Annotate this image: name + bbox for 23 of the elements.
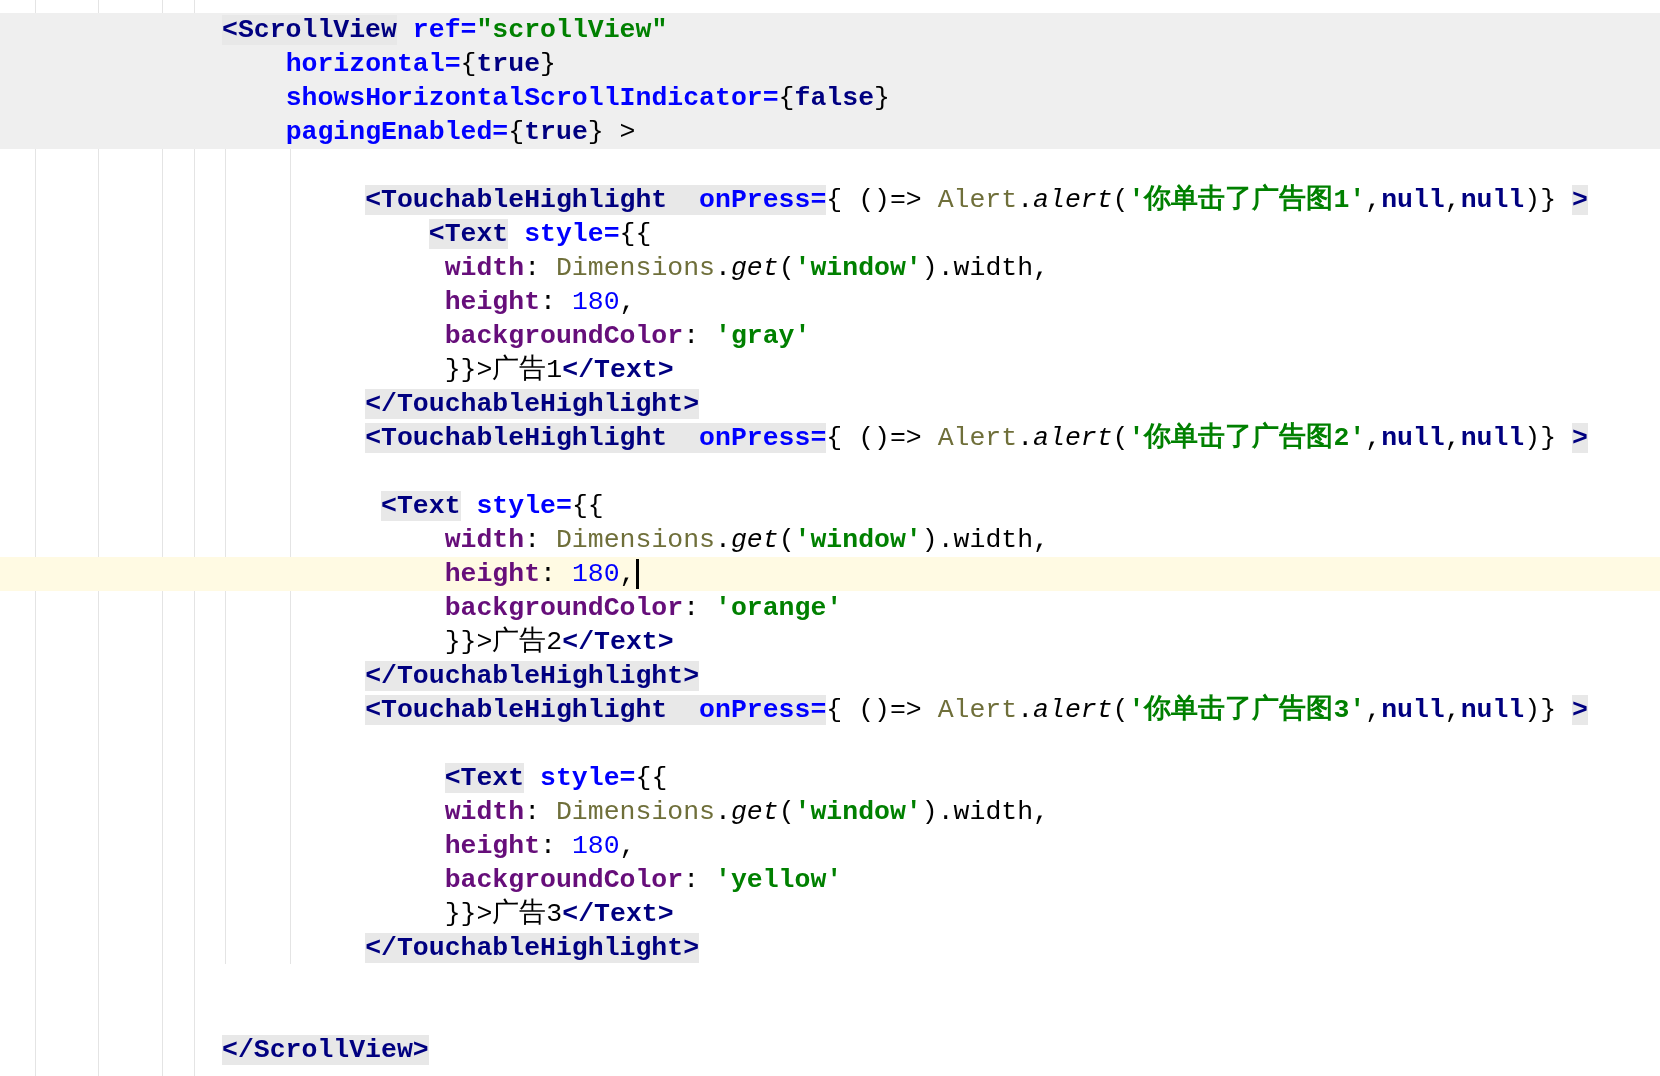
code-line: pagingEnabled={true} >: [284, 116, 636, 149]
code-line: backgroundColor: 'orange': [443, 592, 843, 625]
code-line: backgroundColor: 'gray': [443, 320, 811, 353]
code-line: <TouchableHighlight onPress={ ()=> Alert.alert('你单击了广告图2',null,null)} >: [364, 421, 1588, 455]
text-cursor: [635, 559, 639, 589]
code-line: showsHorizontalScrollIndicator={false}: [284, 82, 890, 115]
code-line: <Text style={{: [427, 218, 652, 251]
code-line: backgroundColor: 'yellow': [443, 864, 843, 897]
code-line: width: Dimensions.get('window').width,: [443, 796, 1049, 829]
code-line: height: 180,: [443, 830, 636, 863]
code-line: <TouchableHighlight onPress={ ()=> Alert.alert('你单击了广告图3',null,null)} >: [364, 693, 1588, 727]
code-line: <Text style={{: [443, 762, 668, 795]
code-line: horizontal={true}: [284, 48, 556, 81]
code-line: <Text style={{: [380, 490, 604, 523]
code-line: <ScrollView ref="scrollView": [222, 14, 668, 47]
code-line: height: 180,: [443, 286, 636, 319]
code-line: }}>广告3</Text>: [443, 897, 674, 931]
code-line: }}>广告2</Text>: [443, 625, 674, 659]
code-line: width: Dimensions.get('window').width,: [443, 524, 1049, 557]
code-line: width: Dimensions.get('window').width,: [443, 252, 1049, 285]
code-line: }}>广告1</Text>: [443, 353, 674, 387]
code-line: height: 180,: [443, 558, 636, 591]
code-line: <TouchableHighlight onPress={ ()=> Alert.alert('你单击了广告图1',null,null)} >: [364, 183, 1588, 217]
